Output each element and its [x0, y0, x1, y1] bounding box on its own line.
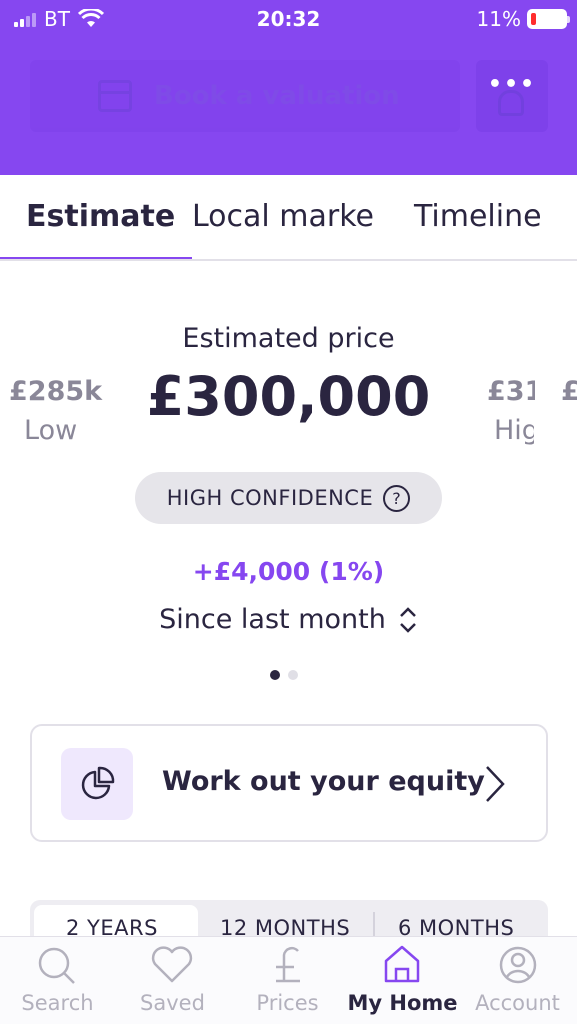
nav-saved-label: Saved [140, 991, 205, 1015]
next-price-value: £ [561, 376, 577, 407]
nav-account[interactable]: Account [460, 937, 575, 1024]
nav-prices[interactable]: Prices [230, 937, 345, 1024]
book-valuation-button[interactable]: Book a valuation [30, 60, 460, 132]
pager-dot [270, 670, 280, 680]
app-header: BT 20:32 11% Book a valuation ••• [0, 0, 577, 175]
tab-estimate[interactable]: Estimate [26, 199, 175, 234]
confidence-label: HIGH CONFIDENCE [166, 486, 374, 510]
estimated-price-label: Estimated price [182, 323, 395, 354]
nav-prices-label: Prices [256, 991, 319, 1015]
chevron-up-down-icon [399, 606, 416, 633]
price-change: +£4,000 (1%) [192, 557, 385, 586]
low-price-label: Low [24, 415, 78, 446]
pager-dot [288, 670, 298, 680]
heart-icon [151, 946, 193, 983]
tab-bar: Estimate Local marke Timeline [0, 175, 577, 261]
nav-account-label: Account [475, 991, 560, 1015]
calendar-icon [98, 80, 132, 112]
nav-saved[interactable]: Saved [115, 937, 230, 1024]
pound-icon [276, 946, 300, 983]
home-icon [384, 945, 420, 983]
work-out-equity-card[interactable]: Work out your equity [30, 724, 548, 842]
confidence-badge[interactable]: HIGH CONFIDENCE ? [135, 472, 442, 524]
work-out-equity-label: Work out your equity [162, 766, 485, 797]
search-icon [38, 947, 75, 984]
nav-search-label: Search [21, 991, 94, 1015]
help-icon[interactable]: ? [383, 484, 411, 512]
nav-search[interactable]: Search [0, 937, 115, 1024]
status-bar: BT 20:32 11% [0, 0, 577, 38]
nav-my-home[interactable]: My Home [345, 937, 460, 1024]
nav-my-home-label: My Home [347, 991, 458, 1015]
change-period-selector[interactable]: Since last month [0, 604, 577, 635]
high-price-value: £31 [487, 376, 535, 407]
battery-icon [527, 9, 570, 29]
tab-timeline[interactable]: Timeline [414, 199, 542, 234]
more-options-button[interactable]: ••• [476, 60, 548, 132]
change-period-label: Since last month [159, 604, 386, 635]
tab-local-market[interactable]: Local marke [192, 199, 374, 234]
account-icon [499, 946, 537, 984]
battery-percent: 11% [476, 7, 521, 31]
chevron-right-icon [486, 766, 505, 802]
low-price-value: £285k [9, 376, 103, 407]
book-valuation-label: Book a valuation [154, 81, 400, 111]
high-price-label: Hig [494, 415, 534, 446]
bottom-nav: Search Saved Prices My Home Account [0, 936, 577, 1024]
carousel-pager [270, 670, 298, 680]
pie-chart-icon [61, 748, 133, 820]
bell-off-icon [498, 90, 524, 116]
active-tab-indicator [0, 257, 192, 259]
